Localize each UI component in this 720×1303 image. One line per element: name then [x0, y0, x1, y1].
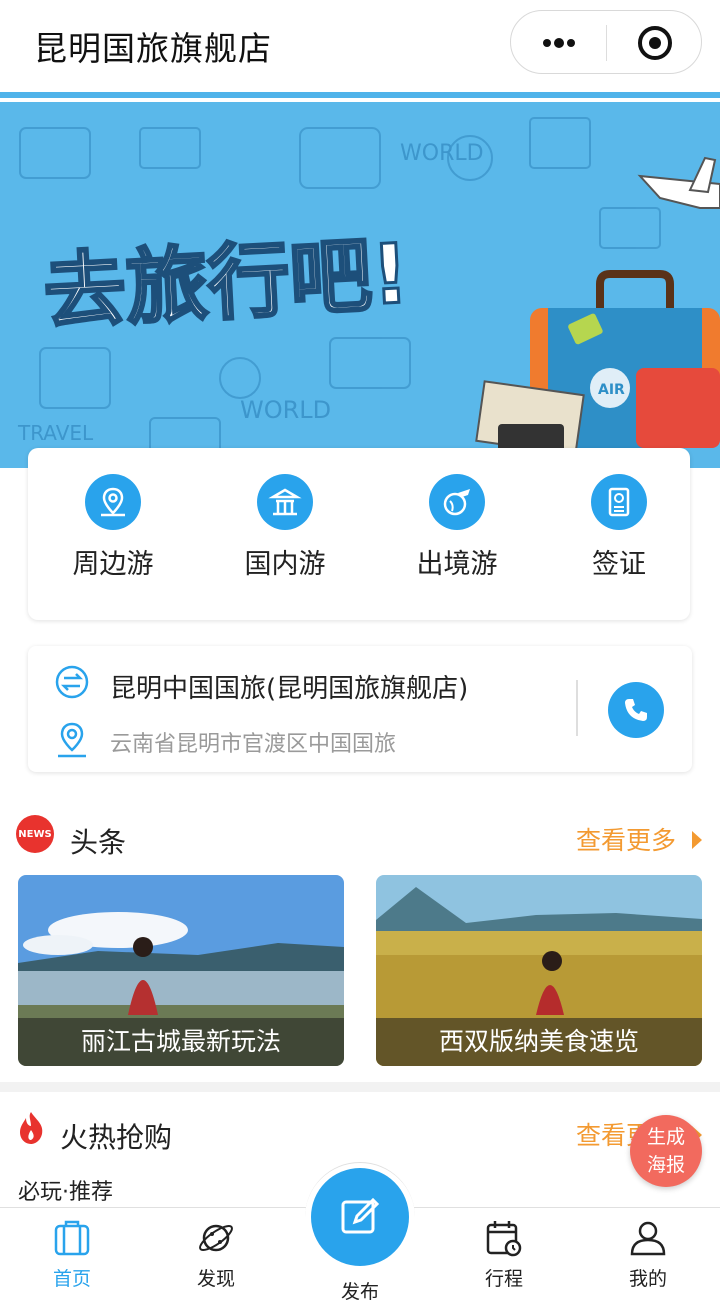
- call-button[interactable]: [608, 682, 664, 738]
- category-label: 签证: [592, 549, 646, 580]
- mini-program-capsule: [510, 10, 702, 74]
- tab-itinerary[interactable]: 行程: [454, 1218, 554, 1291]
- phone-icon: [625, 699, 647, 721]
- tab-label: 行程: [484, 1268, 523, 1290]
- store-card: 昆明中国国旅(昆明国旅旗舰店) 云南省昆明市官渡区中国国旅: [28, 646, 692, 772]
- banner-tag-air: AIR: [598, 382, 625, 398]
- generate-poster-button[interactable]: 生成 海报: [630, 1115, 702, 1187]
- switch-store-icon[interactable]: [54, 664, 90, 700]
- user-icon: [630, 1221, 666, 1256]
- nav-header: 昆明国旅旗舰店: [0, 0, 720, 88]
- store-address[interactable]: 云南省昆明市官渡区中国国旅: [110, 726, 396, 758]
- news-section-title: 头条: [70, 826, 127, 859]
- triangle-right-icon[interactable]: [690, 829, 704, 851]
- capsule-divider: [606, 25, 607, 61]
- news-more-link[interactable]: 查看更多: [576, 821, 676, 857]
- category-card: 周边游 国内游 出境游 签证: [28, 448, 690, 620]
- news-caption: 丽江古城最新玩法: [18, 1018, 344, 1066]
- page-title: 昆明国旅旗舰店: [34, 29, 272, 68]
- hot-section-title: 火热抢购: [60, 1121, 173, 1154]
- passport-icon: [591, 474, 647, 530]
- suitcase-tab-icon: [54, 1220, 90, 1256]
- banner-tag-travel: TRAVEL: [17, 421, 94, 445]
- more-dots-icon[interactable]: [539, 29, 579, 57]
- section-divider: [0, 1082, 720, 1092]
- category-visa[interactable]: 签证: [534, 474, 704, 604]
- banner-tag-world-2: WORLD: [240, 396, 331, 424]
- tab-label: 发现: [196, 1268, 235, 1290]
- news-caption: 西双版纳美食速览: [376, 1018, 702, 1066]
- category-label: 出境游: [416, 549, 498, 580]
- planet-icon: [199, 1224, 233, 1252]
- news-badge-icon: NEWS: [16, 815, 54, 853]
- poster-line-2: 海报: [646, 1154, 685, 1176]
- tab-home[interactable]: 首页: [22, 1218, 122, 1291]
- hot-subtitle: 必玩·推荐: [18, 1180, 113, 1205]
- news-card[interactable]: 西双版纳美食速览: [376, 875, 702, 1066]
- close-target-icon[interactable]: [637, 25, 673, 61]
- category-label: 周边游: [72, 549, 154, 580]
- temple-icon: [257, 474, 313, 530]
- category-domestic[interactable]: 国内游: [200, 474, 370, 604]
- tab-publish[interactable]: [311, 1168, 409, 1266]
- banner-tag-world: WORLD: [400, 141, 484, 166]
- store-name[interactable]: 昆明中国国旅(昆明国旅旗舰店): [110, 668, 468, 705]
- tab-discover[interactable]: 发现: [166, 1218, 266, 1291]
- banner-headline: 去旅行吧!: [42, 227, 412, 341]
- calendar-clock-icon: [486, 1221, 522, 1257]
- tab-label: 发布: [340, 1281, 379, 1303]
- news-card[interactable]: 丽江古城最新玩法: [18, 875, 344, 1066]
- category-nearby[interactable]: 周边游: [28, 474, 198, 604]
- banner[interactable]: WORLD WORLD TRAVEL 去旅行吧! AIR: [0, 88, 720, 476]
- location-map-icon: [85, 474, 141, 530]
- store-divider: [576, 680, 578, 736]
- location-pin-icon: [58, 722, 86, 758]
- tab-mine[interactable]: 我的: [598, 1218, 698, 1291]
- hot-section-header: 火热抢购 查看更多: [0, 1110, 720, 1160]
- news-section-header: NEWS 头条 查看更多: [0, 815, 720, 865]
- globe-plane-icon: [429, 474, 485, 530]
- fire-icon: [20, 1112, 43, 1144]
- category-label: 国内游: [244, 549, 326, 580]
- tab-label: 首页: [52, 1268, 91, 1290]
- poster-line-1: 生成: [646, 1126, 685, 1148]
- tab-label: 我的: [628, 1268, 667, 1290]
- category-outbound[interactable]: 出境游: [372, 474, 542, 604]
- edit-icon: [341, 1197, 380, 1234]
